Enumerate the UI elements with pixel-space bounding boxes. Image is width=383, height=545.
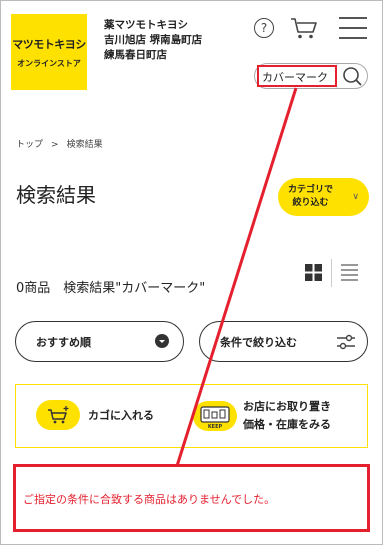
search-icon[interactable] <box>340 64 366 88</box>
category-filter-label-line: カテゴリで <box>288 185 334 195</box>
category-filter-label: カテゴリで 絞り込む <box>288 184 333 210</box>
sort-button[interactable]: おすすめ順 <box>15 321 184 362</box>
legend-keep-label: お店にお取り置き 価格・在庫をみる <box>243 398 331 434</box>
filter-button[interactable]: 条件で絞り込む <box>199 321 368 362</box>
legend-keep-line: お店にお取り置き <box>243 400 331 413</box>
store-line: 練馬春日町店 <box>104 49 167 61</box>
hamburger-menu-icon[interactable] <box>339 17 367 39</box>
filter-label: 条件で絞り込む <box>220 335 297 349</box>
keep-badge-text: KEEP <box>208 424 223 430</box>
store-logo[interactable]: マツモトキヨシ オンラインストア <box>11 14 87 90</box>
category-filter-label-line: 絞り込む <box>292 198 329 208</box>
sort-label: おすすめ順 <box>36 335 91 349</box>
breadcrumb: トップ > 検索結果 <box>16 137 103 150</box>
no-results-message: ご指定の条件に合致する商品はありませんでした。 <box>23 493 276 506</box>
logo-subtitle: オンラインストア <box>17 58 81 68</box>
add-to-cart-icon <box>36 400 80 430</box>
breadcrumb-current: 検索結果 <box>66 140 103 150</box>
legend-keep-line: 価格・在庫をみる <box>243 418 331 431</box>
cart-icon[interactable] <box>290 16 318 40</box>
breadcrumb-top-link[interactable]: トップ <box>16 140 43 150</box>
breadcrumb-separator: > <box>51 140 59 150</box>
category-filter-button[interactable]: カテゴリで 絞り込む ∨ <box>278 178 369 216</box>
store-line: 薬マツモトキヨシ <box>104 19 188 31</box>
chevron-down-icon: ∨ <box>352 192 359 202</box>
grid-view-icon[interactable] <box>305 264 322 281</box>
help-icon[interactable]: ? <box>254 18 274 38</box>
sliders-icon <box>337 334 355 350</box>
result-count: 0商品 検索結果"カバーマーク" <box>16 281 206 296</box>
store-keep-icon: KEEP <box>193 401 237 431</box>
page-title: 検索結果 <box>16 183 96 207</box>
chevron-down-icon <box>155 334 169 348</box>
legend-cart-label: カゴに入れる <box>88 409 154 422</box>
view-toggle-divider <box>331 259 332 287</box>
favorite-stores[interactable]: 薬マツモトキヨシ 吉川旭店 堺南島町店 練馬春日町店 <box>104 18 202 63</box>
store-line: 吉川旭店 堺南島町店 <box>104 34 203 46</box>
logo-wordmark: マツモトキヨシ <box>12 37 86 51</box>
list-view-icon[interactable] <box>341 264 358 281</box>
search-input[interactable]: カバーマーク <box>257 65 337 87</box>
